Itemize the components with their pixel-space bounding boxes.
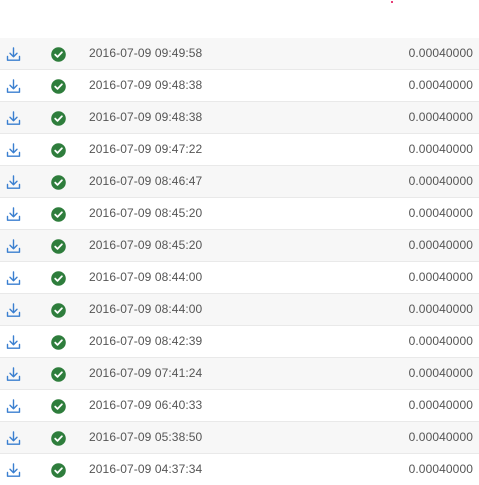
check-circle-icon: [51, 271, 66, 286]
transaction-amount: 0.00040000: [408, 366, 473, 380]
check-circle-icon: [51, 207, 66, 222]
download-icon[interactable]: [5, 270, 22, 287]
download-icon[interactable]: [5, 46, 22, 63]
check-circle-icon: [51, 463, 66, 478]
download-icon[interactable]: [5, 78, 22, 95]
transaction-date: 2016-07-09 09:48:38: [89, 78, 203, 92]
transaction-date: 2016-07-09 08:42:39: [89, 334, 203, 348]
notification-dot: [391, 1, 393, 3]
transaction-amount: 0.00040000: [408, 334, 473, 348]
list-item: 2016-07-09 09:48:38 0.00040000: [0, 70, 479, 102]
check-circle-icon: [51, 399, 66, 414]
list-item: 2016-07-09 08:44:00 0.00040000: [0, 262, 479, 294]
list-item: 2016-07-09 06:40:33 0.00040000: [0, 390, 479, 422]
check-circle-icon: [51, 303, 66, 318]
check-circle-icon: [51, 79, 66, 94]
transaction-amount: 0.00040000: [408, 142, 473, 156]
transaction-amount: 0.00040000: [408, 238, 473, 252]
transaction-date: 2016-07-09 09:47:22: [89, 142, 203, 156]
transaction-date: 2016-07-09 09:48:38: [89, 110, 203, 124]
transaction-amount: 0.00040000: [408, 270, 473, 284]
list-item: 2016-07-09 08:44:00 0.00040000: [0, 294, 479, 326]
download-icon[interactable]: [5, 206, 22, 223]
download-icon[interactable]: [5, 302, 22, 319]
check-circle-icon: [51, 367, 66, 382]
list-item: 2016-07-09 08:45:20 0.00040000: [0, 198, 479, 230]
list-item: 2016-07-09 08:45:20 0.00040000: [0, 230, 479, 262]
transaction-amount: 0.00040000: [408, 206, 473, 220]
transaction-amount: 0.00040000: [408, 302, 473, 316]
transaction-date: 2016-07-09 08:46:47: [89, 174, 203, 188]
transaction-list: 2016-07-09 09:49:58 0.00040000 2016-07-09 …: [0, 38, 479, 485]
check-circle-icon: [51, 431, 66, 446]
list-item: 2016-07-09 08:46:47 0.00040000: [0, 166, 479, 198]
transaction-amount: 0.00040000: [408, 430, 473, 444]
transaction-amount: 0.00040000: [408, 110, 473, 124]
download-icon[interactable]: [5, 174, 22, 191]
list-item: 2016-07-09 08:42:39 0.00040000: [0, 326, 479, 358]
transaction-date: 2016-07-09 04:37:34: [89, 462, 203, 476]
transaction-date: 2016-07-09 09:49:58: [89, 46, 203, 60]
check-circle-icon: [51, 111, 66, 126]
check-circle-icon: [51, 335, 66, 350]
list-item: 2016-07-09 09:47:22 0.00040000: [0, 134, 479, 166]
transaction-date: 2016-07-09 07:41:24: [89, 366, 203, 380]
list-item: 2016-07-09 07:41:24 0.00040000: [0, 358, 479, 390]
download-icon[interactable]: [5, 462, 22, 479]
list-item: 2016-07-09 05:38:50 0.00040000: [0, 422, 479, 454]
check-circle-icon: [51, 143, 66, 158]
transaction-amount: 0.00040000: [408, 462, 473, 476]
transaction-amount: 0.00040000: [408, 398, 473, 412]
download-icon[interactable]: [5, 398, 22, 415]
transaction-date: 2016-07-09 08:44:00: [89, 270, 203, 284]
list-item: 2016-07-09 09:49:58 0.00040000: [0, 38, 479, 70]
download-icon[interactable]: [5, 366, 22, 383]
transaction-date: 2016-07-09 08:45:20: [89, 206, 203, 220]
check-circle-icon: [51, 239, 66, 254]
download-icon[interactable]: [5, 142, 22, 159]
list-item: 2016-07-09 04:37:34 0.00040000: [0, 454, 479, 485]
transaction-amount: 0.00040000: [408, 78, 473, 92]
transaction-date: 2016-07-09 08:44:00: [89, 302, 203, 316]
download-icon[interactable]: [5, 238, 22, 255]
transaction-date: 2016-07-09 06:40:33: [89, 398, 203, 412]
transaction-amount: 0.00040000: [408, 46, 473, 60]
transaction-amount: 0.00040000: [408, 174, 473, 188]
download-icon[interactable]: [5, 430, 22, 447]
transaction-date: 2016-07-09 08:45:20: [89, 238, 203, 252]
check-circle-icon: [51, 47, 66, 62]
list-item: 2016-07-09 09:48:38 0.00040000: [0, 102, 479, 134]
transaction-date: 2016-07-09 05:38:50: [89, 430, 203, 444]
download-icon[interactable]: [5, 334, 22, 351]
check-circle-icon: [51, 175, 66, 190]
transactions-page: 2016-07-09 09:49:58 0.00040000 2016-07-09 …: [0, 0, 479, 485]
download-icon[interactable]: [5, 110, 22, 127]
